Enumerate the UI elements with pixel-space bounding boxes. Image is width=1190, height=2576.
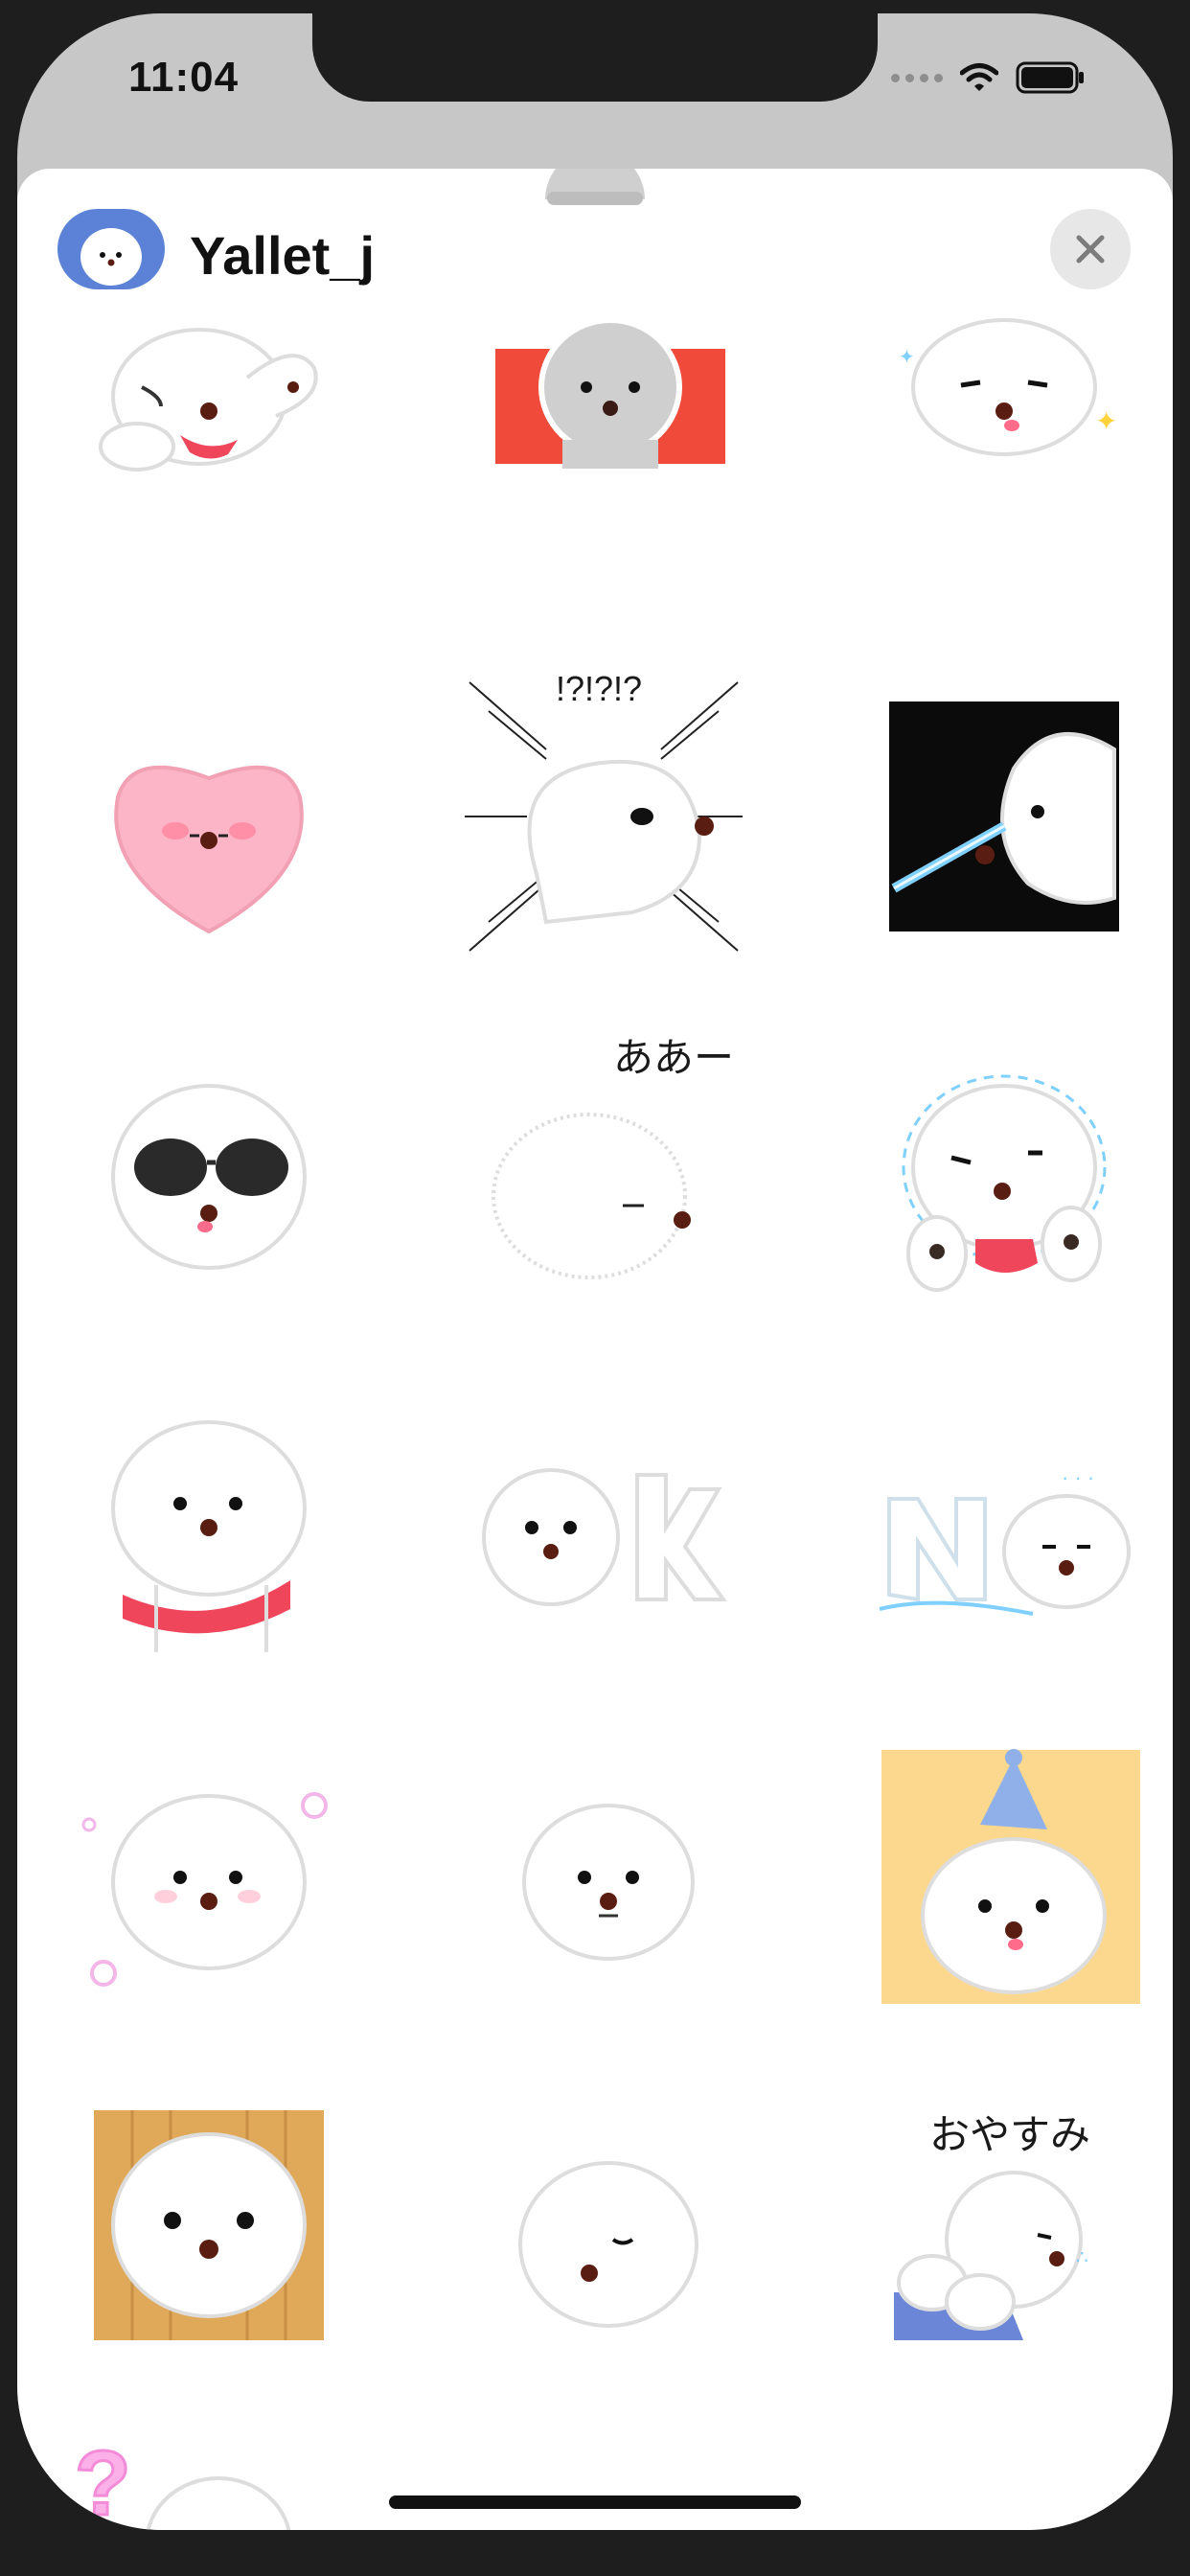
sticker-caption: !?!?!? xyxy=(556,669,643,708)
sticker-ok-letters[interactable] xyxy=(460,1384,747,1671)
sticker-sigh[interactable]: ああー xyxy=(460,1033,747,1321)
sticker-paws-up-worried[interactable] xyxy=(860,1033,1148,1321)
sticker-good-night[interactable]: ∴ おやすみ xyxy=(860,2082,1148,2369)
svg-text:?: ? xyxy=(75,2432,131,2530)
status-time: 11:04 xyxy=(128,54,240,101)
sticker-art: ✦ ✦ xyxy=(899,318,1117,456)
home-indicator[interactable] xyxy=(389,2496,801,2509)
sticker-art xyxy=(99,328,318,472)
sticker-red-scarf-teary[interactable] xyxy=(65,1384,353,1671)
sticker-pack-sheet: Yallet_j ✦ ✦ !?!?!? ああー · · · ∴ おやすみ ? xyxy=(17,169,1173,2530)
sticker-art xyxy=(114,765,304,934)
sticker-wood-frame-face[interactable] xyxy=(65,2082,353,2369)
cellular-signal-icon xyxy=(891,73,943,82)
svg-text:∴: ∴ xyxy=(1076,2247,1088,2268)
svg-text:· · ·: · · · xyxy=(1062,1465,1094,1489)
sticker-laser-eyes[interactable] xyxy=(860,673,1148,960)
sticker-art xyxy=(81,1792,328,1987)
sticker-art xyxy=(111,1420,307,1652)
sticker-smug-sparkles[interactable]: ✦ ✦ xyxy=(860,196,1148,483)
sticker-art xyxy=(495,317,725,469)
sticker-art xyxy=(889,702,1119,932)
svg-text:✦: ✦ xyxy=(899,347,915,368)
status-icons xyxy=(891,61,1085,94)
sticker-bubbles-worried[interactable] xyxy=(65,1738,353,2026)
svg-text:✦: ✦ xyxy=(1095,406,1117,436)
sticker-shocked-manga[interactable]: !?!?!? xyxy=(460,669,747,960)
sticker-question-sitting[interactable]: ? xyxy=(65,2409,353,2530)
sticker-caption: ああー xyxy=(613,1035,735,1080)
sticker-party-hat[interactable] xyxy=(860,1738,1148,2026)
sticker-art xyxy=(465,681,743,952)
sticker-art xyxy=(902,1074,1107,1292)
wifi-icon xyxy=(960,63,998,91)
sticker-angry-red-background[interactable] xyxy=(471,196,759,483)
notch xyxy=(312,13,878,102)
sticker-plain-face[interactable] xyxy=(460,1738,747,2026)
sticker-art: ? xyxy=(74,2431,291,2530)
sticker-art xyxy=(482,1468,727,1606)
sticker-art xyxy=(518,2161,698,2328)
sticker-art xyxy=(94,2110,324,2340)
sticker-art xyxy=(881,1749,1140,2004)
sticker-pink-heart-face[interactable] xyxy=(65,673,353,960)
sticker-no-letters-melting[interactable]: · · · xyxy=(860,1384,1148,1671)
sticker-caption: おやすみ xyxy=(929,2112,1091,2157)
sticker-waving-paw[interactable] xyxy=(65,196,353,483)
sticker-art xyxy=(522,1804,695,1961)
sticker-art xyxy=(111,1084,307,1270)
battery-icon xyxy=(1016,61,1084,94)
sticker-sleepy-face[interactable] xyxy=(460,2082,747,2369)
sticker-art: · · · xyxy=(879,1465,1131,1616)
sticker-sunglasses[interactable] xyxy=(65,1033,353,1321)
phone-screen: 11:04 Yallet_j ✦ ✦ !?!?!? ああー · · · ∴ おや… xyxy=(17,13,1173,2530)
